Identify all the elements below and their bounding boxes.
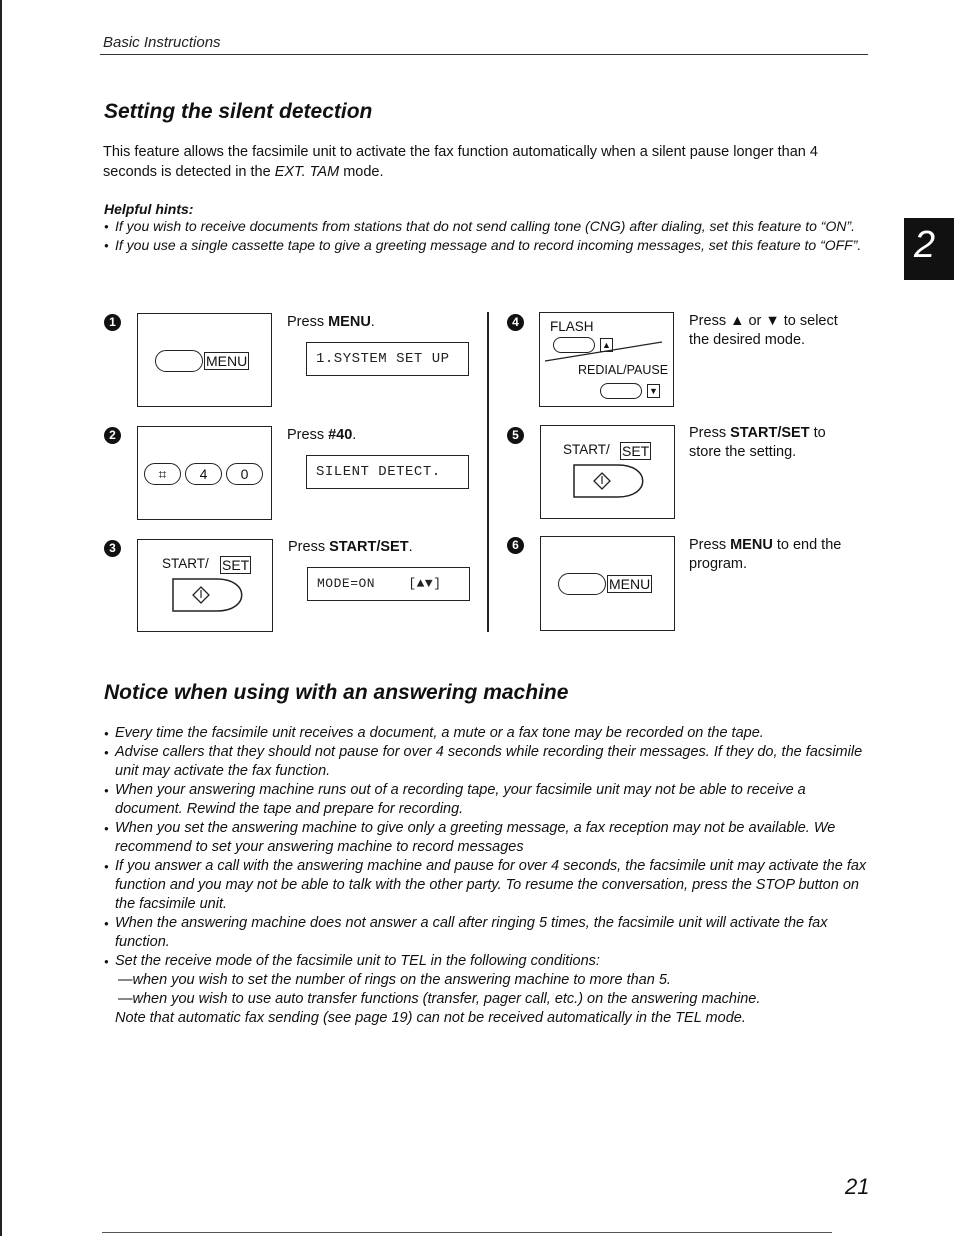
menu-button-icon	[558, 573, 606, 595]
step-6-panel: MENU	[540, 536, 675, 631]
step-key: #40	[328, 427, 353, 443]
notice-item: Every time the facsimile unit receives a…	[104, 724, 874, 743]
step-3-panel: START/ SET	[137, 539, 273, 632]
divider-slash	[544, 341, 663, 362]
notice-list: Every time the facsimile unit receives a…	[104, 724, 874, 1028]
step-2-instruction: Press #40.	[287, 426, 356, 445]
intro-text-end: mode.	[339, 164, 384, 180]
notice-item: When your answering machine runs out of …	[104, 781, 874, 819]
step-number-3: 3	[104, 540, 121, 557]
hint-item: If you use a single cassette tape to giv…	[104, 236, 864, 255]
start-label: START/	[162, 556, 209, 571]
intro-mode-name: EXT. TAM	[274, 164, 340, 180]
step-text: .	[352, 427, 357, 443]
step-3-display: MODE=ON [▲▼]	[307, 567, 470, 601]
flash-label: FLASH	[550, 319, 594, 334]
step-number-6: 6	[507, 537, 524, 554]
notice-sub-item: —when you wish to use auto transfer func…	[118, 991, 761, 1007]
notice-item: When the answering machine does not answ…	[104, 914, 874, 952]
notice-item: Set the receive mode of the facsimile un…	[104, 952, 874, 971]
menu-button-icon	[155, 350, 203, 372]
intro-text: This feature allows the facsimile unit t…	[103, 144, 818, 180]
start-button-icon	[172, 578, 243, 612]
key-0-icon: 0	[226, 463, 263, 485]
notice-note: Note that automatic fax sending (see pag…	[115, 1010, 746, 1026]
key-4-icon: 4	[185, 463, 222, 485]
section-title-answering-machine: Notice when using with an answering mach…	[104, 681, 569, 704]
helpful-hints-title: Helpful hints:	[104, 201, 194, 217]
step-5-instruction: Press START/SET to store the setting.	[689, 424, 859, 462]
step-key: MENU	[328, 314, 371, 330]
hint-item: If you wish to receive documents from st…	[104, 217, 864, 236]
column-divider	[487, 312, 489, 632]
step-number-1: 1	[104, 314, 121, 331]
menu-label: MENU	[204, 352, 250, 370]
step-number-2: 2	[104, 427, 121, 444]
step-3-instruction: Press START/SET.	[288, 538, 413, 557]
step-text: Press	[287, 427, 329, 443]
step-1-instruction: Press MENU.	[287, 313, 375, 332]
chapter-tab: 2	[904, 218, 954, 280]
footer-rule	[102, 1232, 832, 1233]
step-text: .	[370, 314, 375, 330]
step-number-4: 4	[507, 314, 524, 331]
running-head: Basic Instructions	[103, 34, 221, 51]
step-2-display: SILENT DETECT.	[306, 455, 469, 489]
step-key: MENU	[730, 537, 773, 553]
step-key: START/SET	[730, 425, 810, 441]
chapter-tab-number: 2	[914, 224, 936, 266]
notice-item: When you set the answering machine to gi…	[104, 819, 874, 857]
step-1-panel: MENU	[137, 313, 272, 407]
step-text: .	[408, 539, 413, 555]
step-4-panel: FLASH ▲ REDIAL/PAUSE ▼	[539, 312, 674, 407]
section-title-silent-detection: Setting the silent detection	[104, 100, 373, 123]
set-label: SET	[620, 442, 652, 460]
step-text: Press	[288, 539, 330, 555]
start-button-icon	[573, 464, 644, 498]
step-5-panel: START/ SET	[540, 425, 675, 519]
notice-item: If you answer a call with the answering …	[104, 857, 874, 914]
hash-key-icon: ⌗	[144, 463, 181, 485]
set-label: SET	[220, 556, 252, 574]
header-rule	[100, 54, 868, 55]
redial-pause-label: REDIAL/PAUSE	[578, 363, 669, 377]
step-4-instruction: Press ▲ or ▼ to select the desired mode.	[689, 313, 838, 348]
page-number: 21	[845, 1174, 870, 1199]
step-1-display: 1.SYSTEM SET UP	[306, 342, 469, 376]
step-2-panel: ⌗ 4 0	[137, 426, 272, 520]
helpful-hints-list: If you wish to receive documents from st…	[104, 217, 864, 255]
step-text: Press	[689, 425, 731, 441]
step-text: Press	[287, 314, 329, 330]
down-arrow-icon: ▼	[647, 384, 660, 398]
menu-label: MENU	[607, 575, 653, 593]
intro-paragraph: This feature allows the facsimile unit t…	[103, 142, 863, 182]
step-text: Press	[689, 537, 731, 553]
step-key: START/SET	[329, 539, 409, 555]
step-number-5: 5	[507, 427, 524, 444]
redial-button-icon	[600, 383, 642, 399]
start-label: START/	[563, 442, 610, 457]
notice-item: Advise callers that they should not paus…	[104, 743, 874, 781]
scan-edge	[0, 0, 2, 1236]
notice-sub-item: —when you wish to set the number of ring…	[118, 972, 671, 988]
step-6-instruction: Press MENU to end the program.	[689, 536, 864, 574]
